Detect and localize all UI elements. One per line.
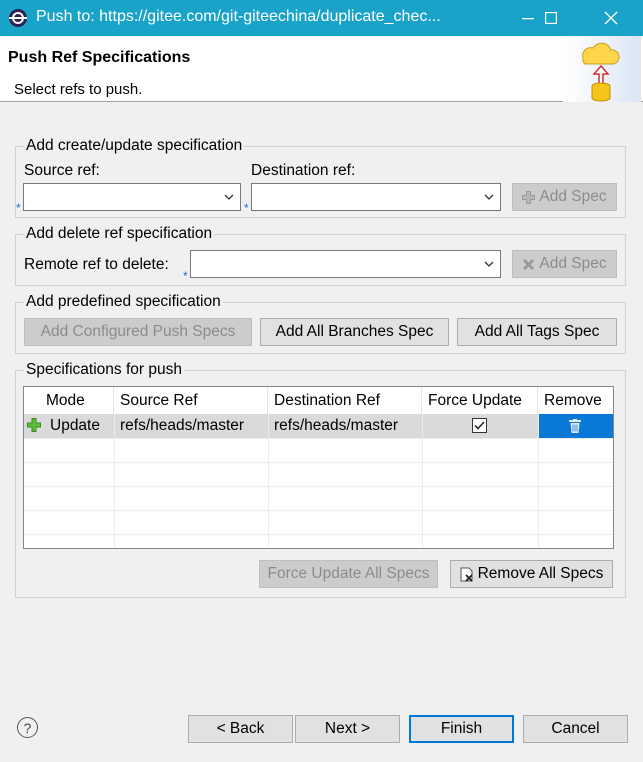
back-button[interactable]: < Back [188,715,293,743]
force-update-all-specs-button[interactable]: Force Update All Specs [259,560,438,588]
add-spec-label: Add Spec [539,255,607,272]
help-button[interactable]: ? [17,717,38,738]
add-create-spec-button[interactable]: Add Spec [512,183,617,211]
column-divider [114,414,115,548]
page-description: Select refs to push. [14,81,143,98]
window-titlebar: Push to: https://gitee.com/git-giteechin… [0,0,643,36]
remove-row-button[interactable] [538,414,613,438]
add-spec-label: Add Spec [539,188,607,205]
destination-ref-combo[interactable] [251,183,501,211]
create-update-group-label: Add create/update specification [24,137,245,155]
chevron-down-icon [484,194,494,200]
remove-all-specs-label: Remove All Specs [477,565,604,582]
push-to-cloud-graphic [563,36,641,102]
force-update-checkbox[interactable] [472,418,487,433]
remove-all-specs-button[interactable]: Remove All Specs [450,560,613,588]
remote-ref-label: Remote ref to delete: [24,256,169,273]
finish-button[interactable]: Finish [409,715,514,743]
required-marker: * [183,269,188,283]
next-button[interactable]: Next > [295,715,400,743]
page-title: Push Ref Specifications [8,49,191,66]
column-header-source-ref[interactable]: Source Ref [114,387,268,414]
destination-ref-label: Destination ref: [251,162,356,179]
row-divider [24,510,613,511]
row-source-ref: refs/heads/master [120,417,245,434]
column-header-remove[interactable]: Remove [538,387,613,414]
add-mode-icon [27,418,41,432]
window-title: Push to: https://gitee.com/git-giteechin… [36,8,441,25]
close-button[interactable] [588,0,634,36]
column-header-destination-ref[interactable]: Destination Ref [268,387,422,414]
row-destination-ref: refs/heads/master [274,417,399,434]
add-all-tags-spec-button[interactable]: Add All Tags Spec [457,318,617,346]
chevron-down-icon [224,194,234,200]
close-icon [604,11,618,25]
row-divider [24,438,613,439]
remove-all-icon [460,567,473,582]
trash-icon [569,419,581,433]
checkmark-icon [474,421,485,430]
required-marker: * [244,201,249,215]
column-header-force-update[interactable]: Force Update [422,387,538,414]
specs-group-label: Specifications for push [24,361,184,379]
delete-ref-group-label: Add delete ref specification [24,225,215,243]
column-header-mode[interactable]: Mode [24,387,114,414]
predefined-group-label: Add predefined specification [24,293,223,311]
delete-x-icon [523,258,535,270]
maximize-button[interactable] [528,0,574,36]
required-marker: * [16,201,21,215]
chevron-down-icon [484,261,494,267]
wizard-header: Push Ref Specifications Select refs to p… [0,36,643,102]
column-divider [268,414,269,548]
cancel-button[interactable]: Cancel [523,715,628,743]
add-configured-push-specs-button[interactable]: Add Configured Push Specs [24,318,252,346]
specs-table: Mode Source Ref Destination Ref Force Up… [23,386,614,549]
column-divider [422,414,423,548]
source-ref-combo[interactable] [23,183,241,211]
remote-ref-combo[interactable] [190,250,501,278]
eclipse-app-icon [9,9,27,27]
add-all-branches-spec-button[interactable]: Add All Branches Spec [260,318,449,346]
row-mode: Update [50,417,100,434]
maximize-icon [545,12,557,24]
row-divider [24,486,613,487]
source-ref-label: Source ref: [24,162,100,179]
column-divider [538,414,539,548]
row-divider [24,462,613,463]
add-icon [522,190,536,204]
add-delete-spec-button[interactable]: Add Spec [512,250,617,278]
row-divider [24,534,613,535]
